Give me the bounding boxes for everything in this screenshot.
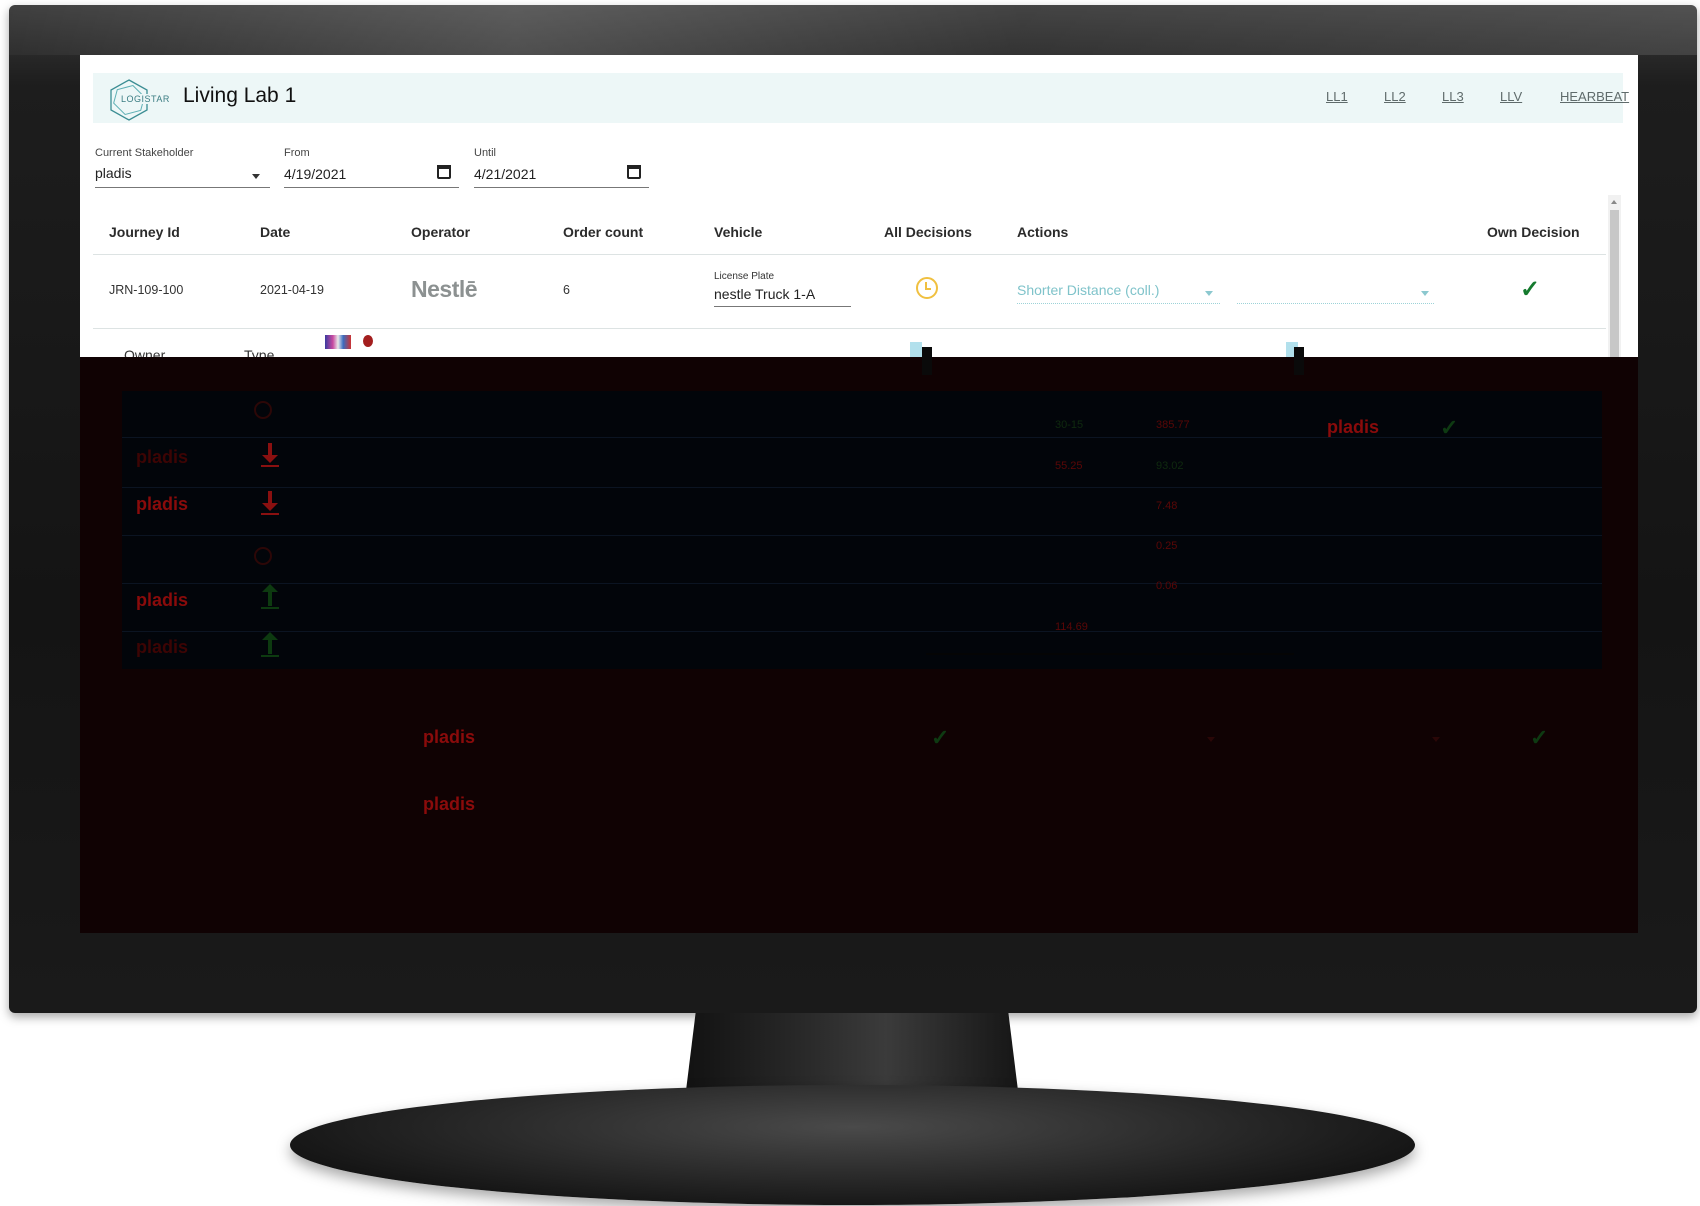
until-label: Until [474, 147, 497, 159]
marker-left [910, 342, 922, 357]
until-underline [474, 187, 649, 188]
nav-link-ll2[interactable]: LL2 [1384, 89, 1406, 104]
stop-icon [254, 547, 272, 565]
chevron-down-icon[interactable] [1421, 291, 1429, 296]
nav-link-ll3[interactable]: LL3 [1442, 89, 1464, 104]
owner-logo: pladis [136, 590, 189, 610]
panel-row-line [122, 535, 1602, 536]
scroll-up-icon[interactable] [1611, 200, 1617, 204]
header-vehicle[interactable]: Vehicle [714, 224, 762, 240]
action-select[interactable]: Shorter Distance (coll.) [1017, 282, 1159, 298]
dark-overlay: pladis pladis pladis pladis 30-15 385.77… [80, 347, 1638, 933]
load-icon [262, 584, 278, 606]
header-order-count[interactable]: Order count [563, 224, 643, 240]
divider [922, 347, 932, 375]
from-underline [284, 187, 459, 188]
screen: LOGISTAR Living Lab 1 LL1 LL2 LL3 LLV HE… [80, 55, 1638, 933]
logo-text: LOGISTAR [120, 94, 171, 104]
unload-bar [261, 465, 279, 467]
owner-logo-faint: pladis [136, 447, 189, 467]
order-count-cell: 6 [563, 283, 570, 297]
value-red: 55.25 [1055, 460, 1083, 472]
value-green: 30-15 [1055, 419, 1084, 431]
owner-logo: pladis [136, 494, 189, 514]
panel-row-line [122, 583, 1602, 584]
value-red: 385.77 [1156, 419, 1190, 431]
load-bar [261, 655, 279, 657]
unload-icon [262, 443, 278, 463]
value-red: 0.25 [1156, 540, 1178, 552]
journey-id-cell: JRN-109-100 [109, 283, 184, 297]
operator-logo: Nestlē [411, 276, 478, 302]
bezel-shine [9, 5, 1697, 55]
glitch-icon [325, 335, 351, 349]
value-red: 0.06 [1156, 580, 1178, 592]
divider [1294, 347, 1304, 375]
stakeholder-select[interactable]: pladis [95, 165, 132, 181]
value-green: 93.02 [1156, 460, 1184, 472]
header-operator[interactable]: Operator [411, 224, 470, 240]
load-icon [262, 632, 278, 654]
header-own-decision[interactable]: Own Decision [1487, 224, 1580, 240]
monitor-base [290, 1085, 1415, 1205]
row-operator-logo: pladis [423, 794, 476, 814]
stakeholder-underline [95, 187, 270, 188]
header-all-decisions[interactable]: All Decisions [884, 224, 972, 240]
header-date[interactable]: Date [260, 224, 290, 240]
unload-bar [261, 513, 279, 515]
action-underline [1017, 303, 1220, 304]
panel-row-line [122, 631, 1602, 632]
glitch-dot-icon [363, 335, 373, 347]
totals-line [926, 653, 1294, 655]
vehicle-underline [714, 306, 851, 307]
value-red: 7.48 [1156, 500, 1178, 512]
header-actions[interactable]: Actions [1017, 224, 1068, 240]
owner-logo-faint: pladis [136, 637, 189, 657]
app-title: Living Lab 1 [183, 84, 297, 107]
row-operator-logo: pladis [423, 727, 476, 747]
header-journey-id[interactable]: Journey Id [109, 224, 180, 240]
value-red: 114.69 [1055, 621, 1088, 633]
nav-link-hearbeat[interactable]: HEARBEAT [1560, 89, 1629, 104]
load-bar [261, 607, 279, 609]
stakeholder-label: Current Stakeholder [95, 147, 194, 159]
date-cell: 2021-04-19 [260, 283, 324, 297]
detail-panel [122, 391, 1602, 669]
panel-row-line [122, 437, 1602, 438]
chevron-down-icon[interactable] [1205, 291, 1213, 296]
nav-link-llv[interactable]: LLV [1500, 89, 1522, 104]
app-bar: LOGISTAR Living Lab 1 LL1 LL2 LL3 LLV HE… [93, 73, 1629, 123]
from-date-input[interactable]: 4/19/2021 [284, 166, 346, 182]
unload-icon [262, 491, 278, 511]
stop-icon [254, 401, 272, 419]
decision-owner-logo: pladis [1327, 417, 1380, 437]
check-icon: ✓ [1530, 725, 1549, 750]
check-icon: ✓ [1520, 276, 1541, 303]
until-date-input[interactable]: 4/21/2021 [474, 166, 536, 182]
calendar-icon[interactable] [627, 165, 641, 179]
clock-icon [916, 277, 938, 299]
check-icon: ✓ [931, 725, 950, 750]
chevron-down-icon[interactable] [1432, 737, 1440, 742]
vehicle-label: License Plate [714, 271, 775, 282]
check-icon: ✓ [1440, 415, 1459, 440]
chevron-down-icon[interactable] [252, 174, 260, 179]
row-divider [93, 328, 1606, 329]
from-label: From [284, 147, 310, 159]
panel-row-line [122, 487, 1602, 488]
nav-link-ll1[interactable]: LL1 [1326, 89, 1348, 104]
secondary-select-underline[interactable] [1237, 303, 1434, 304]
calendar-icon[interactable] [437, 165, 451, 179]
header-divider [93, 254, 1606, 255]
chevron-down-icon[interactable] [1207, 737, 1215, 742]
vehicle-input[interactable]: nestle Truck 1-A [714, 286, 815, 302]
